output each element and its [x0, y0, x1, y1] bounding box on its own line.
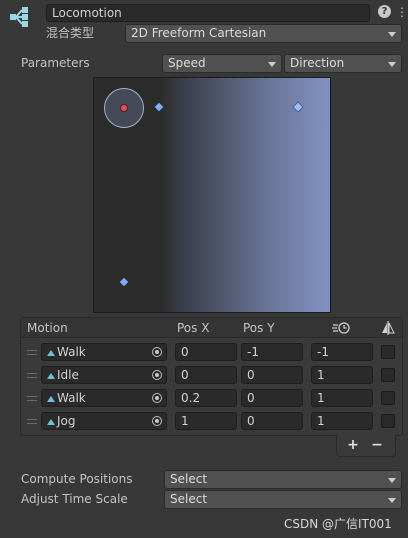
mirror-icon: [381, 320, 395, 336]
motion-table: Motion Pos X Pos Y Walk 0 -1 -1 Idle 0 0…: [20, 317, 403, 436]
drag-handle[interactable]: [27, 350, 37, 355]
parameter-x-dropdown[interactable]: Speed: [162, 54, 282, 73]
adjust-time-scale-dropdown[interactable]: Select: [164, 490, 402, 509]
animation-clip-icon: [47, 350, 55, 356]
object-picker-icon[interactable]: [152, 416, 162, 426]
chevron-down-icon: [268, 62, 276, 67]
pos-x-field[interactable]: 0: [175, 343, 237, 361]
add-motion-button[interactable]: +: [344, 436, 362, 454]
parameters-label: Parameters: [21, 56, 90, 70]
mirror-checkbox[interactable]: [381, 345, 395, 359]
drag-handle[interactable]: [27, 419, 37, 424]
pos-y-field[interactable]: 0: [241, 389, 303, 407]
motion-point[interactable]: [154, 102, 164, 112]
mirror-checkbox[interactable]: [381, 391, 395, 405]
compute-positions-label: Compute Positions: [21, 472, 133, 486]
motion-field[interactable]: Idle: [41, 366, 167, 384]
more-vertical-icon[interactable]: ⋮: [396, 4, 408, 20]
drag-handle[interactable]: [27, 373, 37, 378]
motion-header: Motion: [27, 321, 68, 335]
time-icon: [331, 321, 351, 335]
blend-type-dropdown[interactable]: 2D Freeform Cartesian: [125, 24, 402, 43]
current-position-dot: [120, 104, 128, 112]
object-picker-icon[interactable]: [152, 347, 162, 357]
pos-x-header: Pos X: [177, 321, 210, 335]
compute-positions-dropdown[interactable]: Select: [164, 470, 402, 489]
pos-y-field[interactable]: 0: [241, 366, 303, 384]
motion-point[interactable]: [292, 101, 304, 113]
parameter-y-dropdown[interactable]: Direction: [284, 54, 402, 73]
parameter-x-value: Speed: [168, 56, 206, 70]
blend-tree-icon: [8, 4, 36, 30]
motion-name: Walk: [57, 345, 86, 359]
help-icon[interactable]: ?: [378, 5, 391, 18]
speed-field[interactable]: -1: [311, 343, 373, 361]
speed-field[interactable]: 1: [311, 389, 373, 407]
blend-graph[interactable]: [93, 77, 331, 313]
chevron-down-icon: [388, 32, 396, 37]
motion-name: Idle: [57, 368, 79, 382]
chevron-down-icon: [388, 498, 396, 503]
pos-y-field[interactable]: 0: [241, 412, 303, 430]
motion-field[interactable]: Jog: [41, 412, 167, 430]
adjust-time-scale-label: Adjust Time Scale: [21, 492, 128, 506]
animation-clip-icon: [47, 419, 55, 425]
animation-clip-icon: [47, 396, 55, 402]
compute-positions-value: Select: [170, 472, 208, 486]
object-picker-icon[interactable]: [152, 370, 162, 380]
pos-x-field[interactable]: 0: [175, 366, 237, 384]
mirror-checkbox[interactable]: [381, 368, 395, 382]
watermark: CSDN @广信IT001: [284, 517, 392, 531]
blend-type-label: 混合类型: [46, 26, 95, 40]
mirror-checkbox[interactable]: [381, 414, 395, 428]
object-picker-icon[interactable]: [152, 393, 162, 403]
motion-field[interactable]: Walk: [41, 389, 167, 407]
chevron-down-icon: [388, 62, 396, 67]
motion-name: Jog: [57, 414, 76, 428]
speed-field[interactable]: 1: [311, 412, 373, 430]
animation-clip-icon: [47, 373, 55, 379]
chevron-down-icon: [388, 478, 396, 483]
remove-motion-button[interactable]: −: [368, 436, 386, 454]
pos-x-field[interactable]: 0.2: [175, 389, 237, 407]
name-field[interactable]: Locomotion: [46, 4, 370, 22]
speed-field[interactable]: 1: [311, 366, 373, 384]
motion-name: Walk: [57, 391, 86, 405]
pos-y-header: Pos Y: [243, 321, 275, 335]
pos-y-field[interactable]: -1: [241, 343, 303, 361]
motion-point[interactable]: [119, 277, 129, 287]
parameter-y-value: Direction: [290, 56, 345, 70]
adjust-time-scale-value: Select: [170, 492, 208, 506]
motion-field[interactable]: Walk: [41, 343, 167, 361]
drag-handle[interactable]: [27, 396, 37, 401]
blend-type-value: 2D Freeform Cartesian: [131, 26, 267, 40]
pos-x-field[interactable]: 1: [175, 412, 237, 430]
